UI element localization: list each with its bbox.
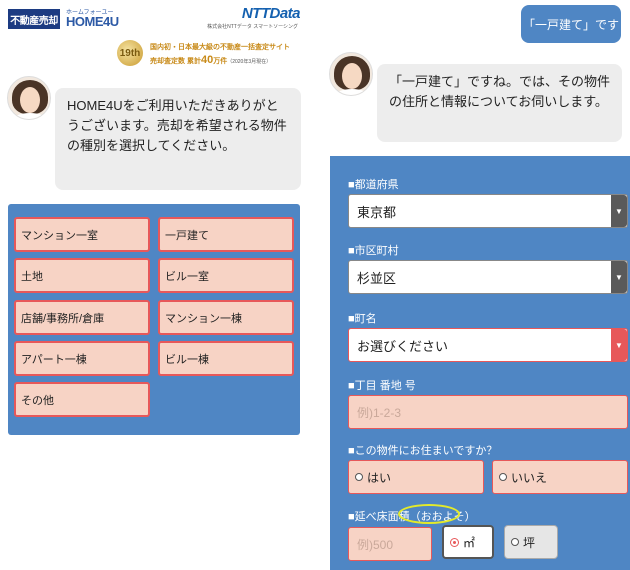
town-select[interactable]: お選びください ▼ (348, 328, 628, 362)
category-button[interactable]: マンション一棟 (158, 300, 294, 335)
service-badge[interactable]: 不動産売却 (8, 9, 60, 29)
claim-note: （2020年3月現在） (227, 59, 272, 65)
category-button[interactable]: 土地 (14, 258, 150, 293)
claim-line-2: 売却査定数 累計40万件（2020年3月現在） (150, 54, 271, 66)
right-screen: 「一戸建て」です 「一戸建て」ですね。では、その物件の住所と情報についてお伺いし… (318, 0, 630, 570)
category-button[interactable]: アパート一棟 (14, 341, 150, 376)
user-message-bubble: 「一戸建て」です (521, 5, 621, 43)
bot-message-bubble: HOME4Uをご利用いただきありがとうございます。売却を希望される物件の種別を選… (55, 88, 301, 190)
claim-prefix: 売却査定数 累計 (150, 58, 201, 65)
property-type-panel: マンション一室 一戸建て 土地 ビル一室 店舗/事務所/倉庫 マンション一棟 ア… (8, 204, 300, 435)
category-button[interactable]: ビル一室 (158, 258, 294, 293)
left-screen: 不動産売却 ホームフォーユー HOME4U NTTData 株式会社NTTデータ… (0, 0, 310, 570)
chome-input[interactable]: 例)1-2-3 (348, 395, 628, 429)
residence-no-radio[interactable]: いいえ (492, 460, 628, 494)
chevron-down-icon: ▼ (611, 329, 627, 361)
bot-message-bubble: 「一戸建て」ですね。では、その物件の住所と情報についてお伺いします。 (377, 64, 622, 142)
claim-line-1: 国内初・日本最大級の不動産一括査定サイト (150, 44, 290, 51)
city-select[interactable]: 杉並区 ▼ (348, 260, 628, 294)
claim-suffix: 万件 (213, 58, 228, 65)
residence-no-label: いいえ (511, 470, 548, 485)
chome-label: ■丁目 番地 号 (348, 380, 416, 392)
category-button[interactable]: ビル一棟 (158, 341, 294, 376)
home4u-logo[interactable]: HOME4U (66, 14, 119, 29)
radio-circle-icon (499, 473, 507, 481)
highlight-annotation (398, 504, 460, 524)
radio-circle-icon (511, 538, 519, 546)
address-form-panel: ■都道府県 東京都 ▼ ■市区町村 杉並区 ▼ ■町名 お選びください ▼ ■丁… (330, 156, 630, 570)
site-header: 不動産売却 ホームフォーユー HOME4U NTTData 株式会社NTTデータ… (0, 0, 310, 70)
residence-label: ■この物件にお住まいですか？ (348, 445, 498, 457)
unit-m2-radio[interactable]: ㎡ (442, 525, 494, 559)
floor-area-input[interactable]: 例)500 (348, 527, 432, 561)
prefecture-value: 東京都 (357, 204, 397, 220)
chevron-down-icon: ▼ (611, 261, 627, 293)
prefecture-label: ■都道府県 (348, 179, 399, 191)
city-value: 杉並区 (357, 270, 397, 286)
town-value: お選びください (357, 338, 449, 354)
divider (310, 0, 318, 570)
radio-circle-icon (355, 473, 363, 481)
category-button[interactable]: 店舗/事務所/倉庫 (14, 300, 150, 335)
unit-m2-label: ㎡ (463, 535, 476, 550)
operator-avatar (7, 76, 51, 120)
category-button[interactable]: その他 (14, 382, 150, 417)
anniversary-medal-icon: 19th (117, 40, 143, 66)
category-button[interactable]: 一戸建て (158, 217, 294, 252)
chevron-down-icon: ▼ (611, 195, 627, 227)
nttdata-logo[interactable]: NTTData (242, 5, 301, 22)
residence-yes-label: はい (367, 470, 392, 485)
city-label: ■市区町村 (348, 245, 399, 257)
category-button[interactable]: マンション一室 (14, 217, 150, 252)
radio-selected-icon (450, 537, 459, 547)
prefecture-select[interactable]: 東京都 ▼ (348, 194, 628, 228)
nttdata-subtitle: 株式会社NTTデータ スマートソーシング (207, 24, 298, 30)
unit-tsubo-radio[interactable]: 坪 (504, 525, 558, 559)
operator-avatar (329, 52, 373, 96)
town-label: ■町名 (348, 313, 377, 325)
residence-yes-radio[interactable]: はい (348, 460, 484, 494)
unit-tsubo-label: 坪 (523, 535, 536, 550)
claim-count: 40 (200, 54, 214, 66)
